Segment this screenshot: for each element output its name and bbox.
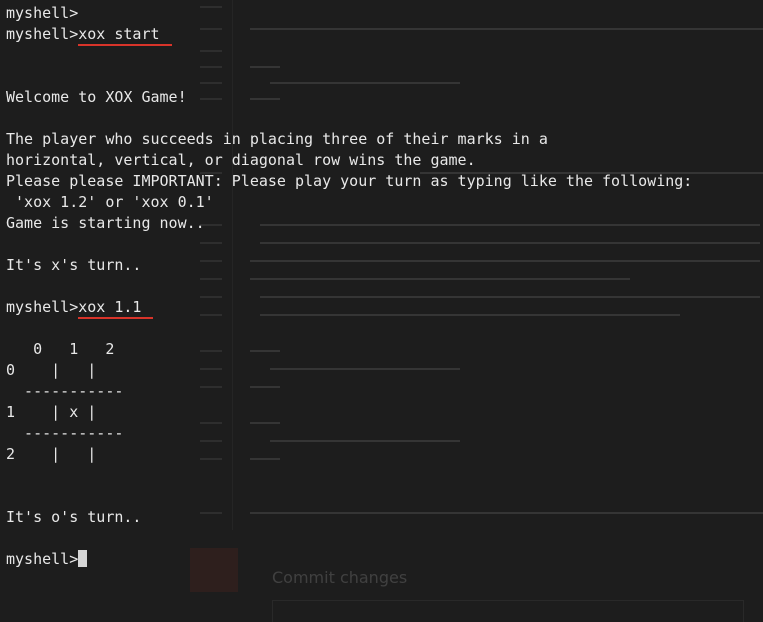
terminal-command-line: myshell>xox 1.1 <box>6 297 692 319</box>
board-column-header: 0 1 2 <box>6 340 115 358</box>
typed-command: xox 1.1 <box>78 298 154 319</box>
commit-heading: Commit changes <box>272 568 408 587</box>
shell-prompt: myshell> <box>6 298 79 316</box>
board-row: 2 | | <box>6 445 97 463</box>
terminal-line: Welcome to XOX Game! <box>6 88 187 106</box>
typed-command: xox start <box>78 25 172 46</box>
board-row: 0 | | <box>6 361 97 379</box>
terminal-line: 'xox 1.2' or 'xox 0.1' <box>6 193 214 211</box>
board-separator: ----------- <box>6 424 124 442</box>
shell-prompt: myshell> <box>6 550 79 568</box>
annotation-underline <box>78 317 154 319</box>
shell-prompt: myshell> <box>6 25 79 43</box>
text-cursor[interactable] <box>78 550 88 567</box>
terminal-input-line[interactable]: myshell> <box>6 549 692 570</box>
terminal-command-line: myshell>xox start <box>6 24 692 46</box>
terminal-window[interactable]: Commit changes myshell> myshell>xox star… <box>0 0 763 622</box>
terminal-line: The player who succeeds in placing three… <box>6 130 548 148</box>
terminal-line: horizontal, vertical, or diagonal row wi… <box>6 151 476 169</box>
board-separator: ----------- <box>6 382 124 400</box>
terminal-line: Game is starting now.. <box>6 214 205 232</box>
board-row: 1 | x | <box>6 403 97 421</box>
terminal-line: It's x's turn.. <box>6 256 142 274</box>
annotation-underline <box>78 44 172 46</box>
terminal-output: myshell> myshell>xox start Welcome to XO… <box>6 3 692 570</box>
terminal-line: It's o's turn.. <box>6 508 142 526</box>
terminal-line: Please please IMPORTANT: Please play you… <box>6 172 693 190</box>
commit-summary-field <box>272 600 744 622</box>
terminal-line: myshell> <box>6 4 79 22</box>
